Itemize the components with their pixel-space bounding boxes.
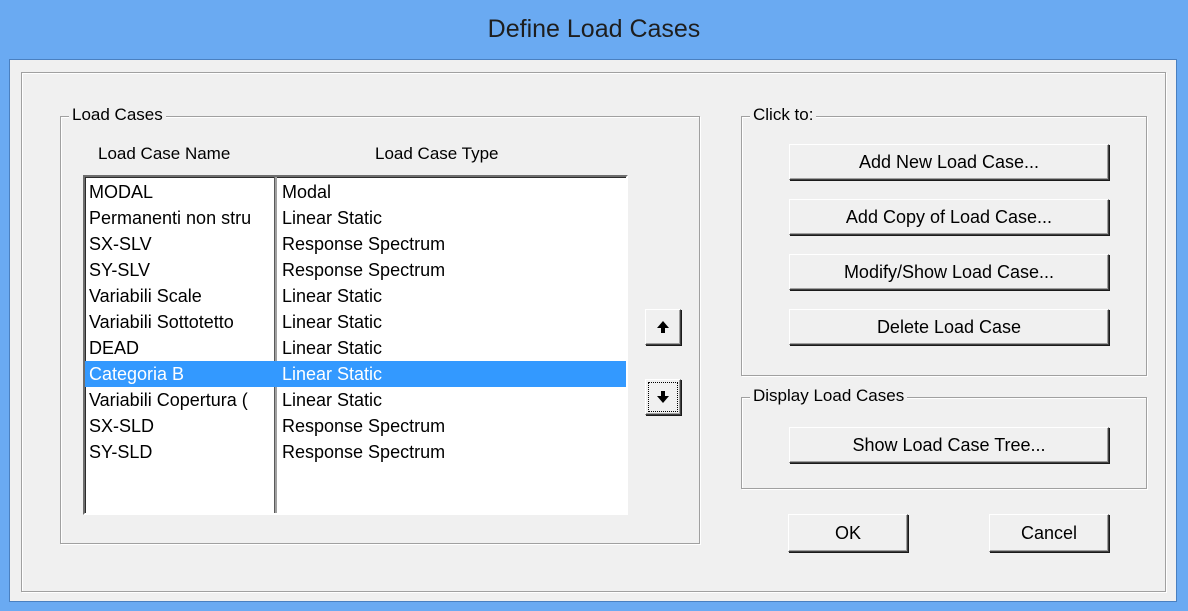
load-case-row[interactable]: SY-SLD Response Spectrum	[85, 439, 626, 465]
load-case-name-cell: SX-SLD	[89, 416, 155, 436]
load-case-row[interactable]: MODAL Modal	[85, 179, 626, 205]
column-header-type: Load Case Type	[375, 144, 499, 163]
arrow-up-icon	[657, 321, 669, 333]
load-case-name-cell: SY-SLV	[89, 260, 151, 280]
load-case-name-cell: Categoria B	[89, 364, 185, 384]
load-case-name-cell: Variabili Sottotetto	[89, 312, 234, 332]
load-case-name-cell: MODAL	[89, 182, 154, 202]
load-case-name-cell: Variabili Scale	[89, 286, 202, 306]
load-case-row[interactable]: Categoria B Linear Static	[85, 361, 626, 387]
load-case-type-cell: Response Spectrum	[282, 234, 446, 254]
load-case-row[interactable]: Variabili Copertura ( Linear Static	[85, 387, 626, 413]
load-case-type-cell: Modal	[282, 182, 332, 202]
title-bar[interactable]: Define Load Cases	[0, 0, 1188, 58]
load-case-row[interactable]: Variabili Scale Linear Static	[85, 283, 626, 309]
load-case-name-cell: SY-SLD	[89, 442, 153, 462]
load-case-type-cell: Response Spectrum	[282, 442, 446, 462]
load-case-row[interactable]: SY-SLV Response Spectrum	[85, 257, 626, 283]
display-load-cases-group: Display Load Cases Show Load Case Tree..…	[741, 386, 1147, 489]
load-case-type-cell: Linear Static	[282, 312, 383, 332]
add-new-load-case-button[interactable]: Add New Load Case...	[789, 144, 1109, 180]
load-case-row[interactable]: SX-SLD Response Spectrum	[85, 413, 626, 439]
move-down-button[interactable]	[645, 379, 681, 415]
load-case-row[interactable]: Permanenti non stru Linear Static	[85, 205, 626, 231]
load-case-name-cell: Variabili Copertura (	[89, 390, 248, 410]
display-load-cases-group-label: Display Load Cases	[750, 386, 908, 406]
load-case-type-cell: Linear Static	[282, 208, 383, 228]
load-cases-group: Load Cases Load Case Name Load Case Type…	[60, 105, 700, 544]
load-case-row[interactable]: DEAD Linear Static	[85, 335, 626, 361]
load-case-row[interactable]: SX-SLV Response Spectrum	[85, 231, 626, 257]
dialog-client-area: Load Cases Load Case Name Load Case Type…	[9, 59, 1177, 602]
load-case-name-cell: Permanenti non stru	[89, 208, 252, 228]
delete-load-case-button[interactable]: Delete Load Case	[789, 309, 1109, 345]
move-up-button[interactable]	[645, 309, 681, 345]
cancel-button[interactable]: Cancel	[989, 514, 1109, 552]
show-load-case-tree-button[interactable]: Show Load Case Tree...	[789, 427, 1109, 463]
load-case-type-cell: Linear Static	[282, 390, 383, 410]
dialog-frame: Load Cases Load Case Name Load Case Type…	[21, 72, 1166, 592]
load-cases-group-label: Load Cases	[69, 105, 166, 125]
arrow-down-icon	[657, 391, 669, 403]
load-case-type-cell: Linear Static	[282, 364, 383, 384]
window-title: Define Load Cases	[487, 14, 701, 43]
load-case-row[interactable]: Variabili Sottotetto Linear Static	[85, 309, 626, 335]
load-case-name-cell: SX-SLV	[89, 234, 152, 254]
add-copy-load-case-button[interactable]: Add Copy of Load Case...	[789, 199, 1109, 235]
column-header-name: Load Case Name	[98, 144, 231, 163]
ok-button[interactable]: OK	[788, 514, 908, 552]
load-case-type-cell: Response Spectrum	[282, 416, 446, 436]
load-case-type-cell: Response Spectrum	[282, 260, 446, 280]
define-load-cases-dialog: Define Load Cases Load Cases Load Case N…	[0, 0, 1188, 611]
load-case-name-cell: DEAD	[89, 338, 140, 358]
load-case-type-cell: Linear Static	[282, 338, 383, 358]
modify-show-load-case-button[interactable]: Modify/Show Load Case...	[789, 254, 1109, 290]
click-to-group: Click to: Add New Load Case... Add Copy …	[741, 105, 1147, 376]
load-case-type-cell: Linear Static	[282, 286, 383, 306]
load-case-list[interactable]: MODAL Modal Permanenti non stru Linear Stat…	[83, 175, 628, 515]
click-to-group-label: Click to:	[750, 105, 817, 125]
